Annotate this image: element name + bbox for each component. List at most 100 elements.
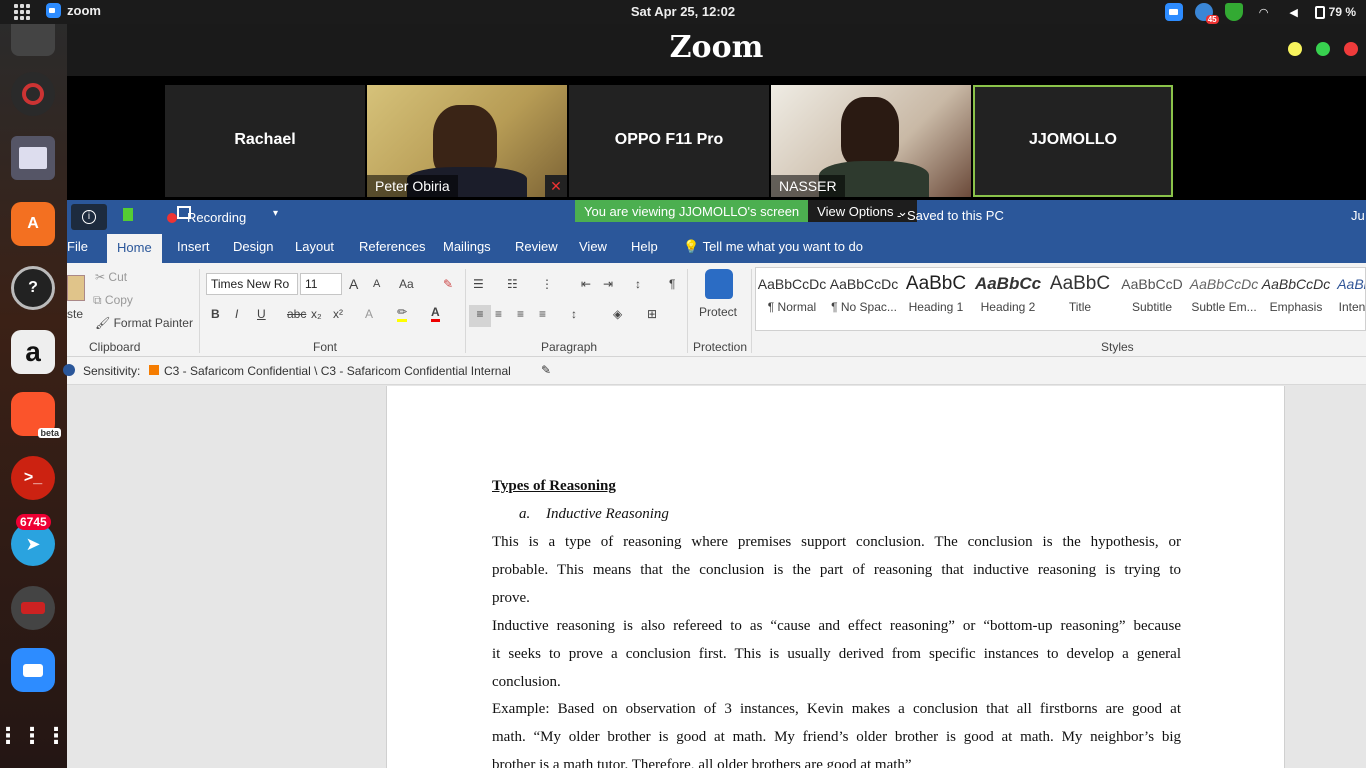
style-heading-1[interactable]: AaBbC Heading 1 [900,270,972,314]
app-grid-icon[interactable] [14,4,30,20]
participant-name: NASSER [771,175,845,197]
info-icon[interactable]: i [71,204,107,230]
battery-indicator[interactable]: 79 % [1314,5,1356,19]
style-title[interactable]: AaBbC Title [1044,270,1116,314]
clear-formatting-icon[interactable]: ✎ [443,277,453,291]
highlight-icon[interactable]: ✏ [397,305,408,322]
paragraph-line: Example: Based on observation of 3 insta… [492,701,1181,717]
robot-app-icon[interactable] [11,586,55,630]
help-icon[interactable]: ? [11,266,55,310]
wifi-icon[interactable]: ◠ [1255,3,1273,21]
style-heading-2[interactable]: AaBbCc Heading 2 [972,270,1044,314]
change-case-icon[interactable]: Aa [399,277,414,291]
tab-layout[interactable]: Layout [295,239,334,254]
tab-home[interactable]: Home [107,234,162,263]
show-marks-icon[interactable]: ¶ [669,277,675,291]
user-name[interactable]: Ju [1351,208,1365,223]
paragraph-line: it seeks to prove a conclusion first. Th… [492,646,1181,662]
style-preview: AaBbCcDc [757,276,827,292]
notification-count: 45 [1205,15,1219,24]
align-left-icon[interactable]: ≡ [469,305,491,327]
font-color-icon[interactable]: A [431,305,440,322]
paragraph-1: This is a type of reasoning where premis… [492,528,1181,612]
line-spacing-icon[interactable]: ↕ [571,307,577,321]
tab-insert[interactable]: Insert [177,239,210,254]
style-no-spacing[interactable]: AaBbCcDc ¶ No Spac... [828,270,900,314]
strikethrough-icon[interactable]: abc [287,307,306,321]
screenshot-icon[interactable] [11,136,55,180]
subscript-icon[interactable]: x₂ [311,307,322,321]
format-painter-button[interactable]: 🖌 Format Painter [95,316,193,330]
zoom-dock-icon[interactable] [11,648,55,692]
grow-font-icon[interactable]: A [349,276,358,292]
disk-utility-icon[interactable] [11,72,55,116]
amazon-icon[interactable]: a [11,330,55,374]
zoom-tray-icon[interactable] [1164,3,1183,21]
tab-mailings[interactable]: Mailings [443,239,491,254]
participant-tile[interactable]: OPPO F11 Pro [569,85,769,197]
terminal-icon[interactable]: >_ [11,456,55,500]
protect-button[interactable]: Protect [699,305,737,319]
participant-tile[interactable]: NASSER [771,85,971,197]
sort-icon[interactable]: ↕ [635,277,641,291]
maximize-button[interactable] [1316,42,1330,56]
lock-icon[interactable] [705,269,733,299]
style-subtitle[interactable]: AaBbCcD Subtitle [1116,270,1188,314]
cut-button[interactable]: ✂ Cut [95,270,127,284]
align-right-icon[interactable]: ≡ [517,307,524,321]
participant-name: OPPO F11 Pro [614,131,724,148]
participant-tile[interactable]: Peter Obiria ✕ [367,85,567,197]
style-emphasis[interactable]: AaBbCcDc Emphasis [1260,270,1332,314]
style-subtle-emphasis[interactable]: AaBbCcDc Subtle Em... [1188,270,1260,314]
tab-help[interactable]: Help [631,239,658,254]
paste-icon[interactable] [67,275,85,301]
justify-icon[interactable]: ≡ [539,307,546,321]
close-button[interactable] [1344,42,1358,56]
app-store-icon[interactable]: A [11,202,55,246]
font-name-select[interactable]: Times New Ro [206,273,298,295]
shrink-font-icon[interactable]: A [373,278,380,290]
numbering-icon[interactable]: ☷ [507,277,518,291]
quick-access-dropdown-icon[interactable]: ▾ [273,208,278,219]
align-center-icon[interactable]: ≡ [495,307,502,321]
shading-icon[interactable]: ◈ [613,307,622,321]
clock[interactable]: Sat Apr 25, 12:02 [0,4,1366,19]
decrease-indent-icon[interactable]: ⇤ [581,277,591,291]
tab-view[interactable]: View [579,239,607,254]
underline-icon[interactable]: U [257,307,266,321]
document-page[interactable]: Types of Reasoning a. Inductive Reasonin… [386,386,1285,768]
increase-indent-icon[interactable]: ⇥ [603,277,613,291]
tab-review[interactable]: Review [515,239,558,254]
multilevel-list-icon[interactable]: ⋮ [541,277,553,291]
tab-file[interactable]: File [67,239,88,254]
minimize-button[interactable] [1288,42,1302,56]
borders-icon[interactable]: ⊞ [647,307,657,321]
show-apps-icon[interactable]: ⋮⋮⋮ [0,714,67,758]
paste-label[interactable]: ste [67,307,83,321]
printer-icon[interactable] [11,24,55,56]
style-label: Heading 2 [980,300,1036,314]
bullets-icon[interactable]: ☰ [473,277,484,291]
participant-tile-active[interactable]: JJOMOLLO [973,85,1173,197]
copy-button[interactable]: ⧉ Copy [93,293,133,308]
style-intense[interactable]: AaBl Inten [1332,270,1365,314]
sensitivity-icon [63,364,75,376]
style-normal[interactable]: AaBbCcDc ¶ Normal [756,270,828,314]
superscript-icon[interactable]: x² [333,307,343,321]
notifications-icon[interactable]: 45 [1194,3,1219,24]
bold-icon[interactable]: B [211,307,220,321]
shield-icon[interactable] [1224,3,1243,21]
tell-me-search[interactable]: 💡 Tell me what you want to do [683,239,863,255]
edit-pencil-icon[interactable]: ✎ [541,363,551,377]
tab-design[interactable]: Design [233,239,273,254]
autosave-icon[interactable] [123,208,133,221]
volume-icon[interactable]: ◀ [1285,3,1303,21]
font-size-select[interactable]: 11 [300,273,342,295]
brave-browser-icon[interactable]: beta [11,392,61,438]
text-effects-icon[interactable]: A [365,307,373,321]
sensitivity-value[interactable]: C3 - Safaricom Confidential \ C3 - Safar… [164,364,511,378]
active-app[interactable]: zoom [46,3,101,18]
participant-tile[interactable]: Rachael [165,85,365,197]
italic-icon[interactable]: I [235,307,238,321]
tab-references[interactable]: References [359,239,425,254]
